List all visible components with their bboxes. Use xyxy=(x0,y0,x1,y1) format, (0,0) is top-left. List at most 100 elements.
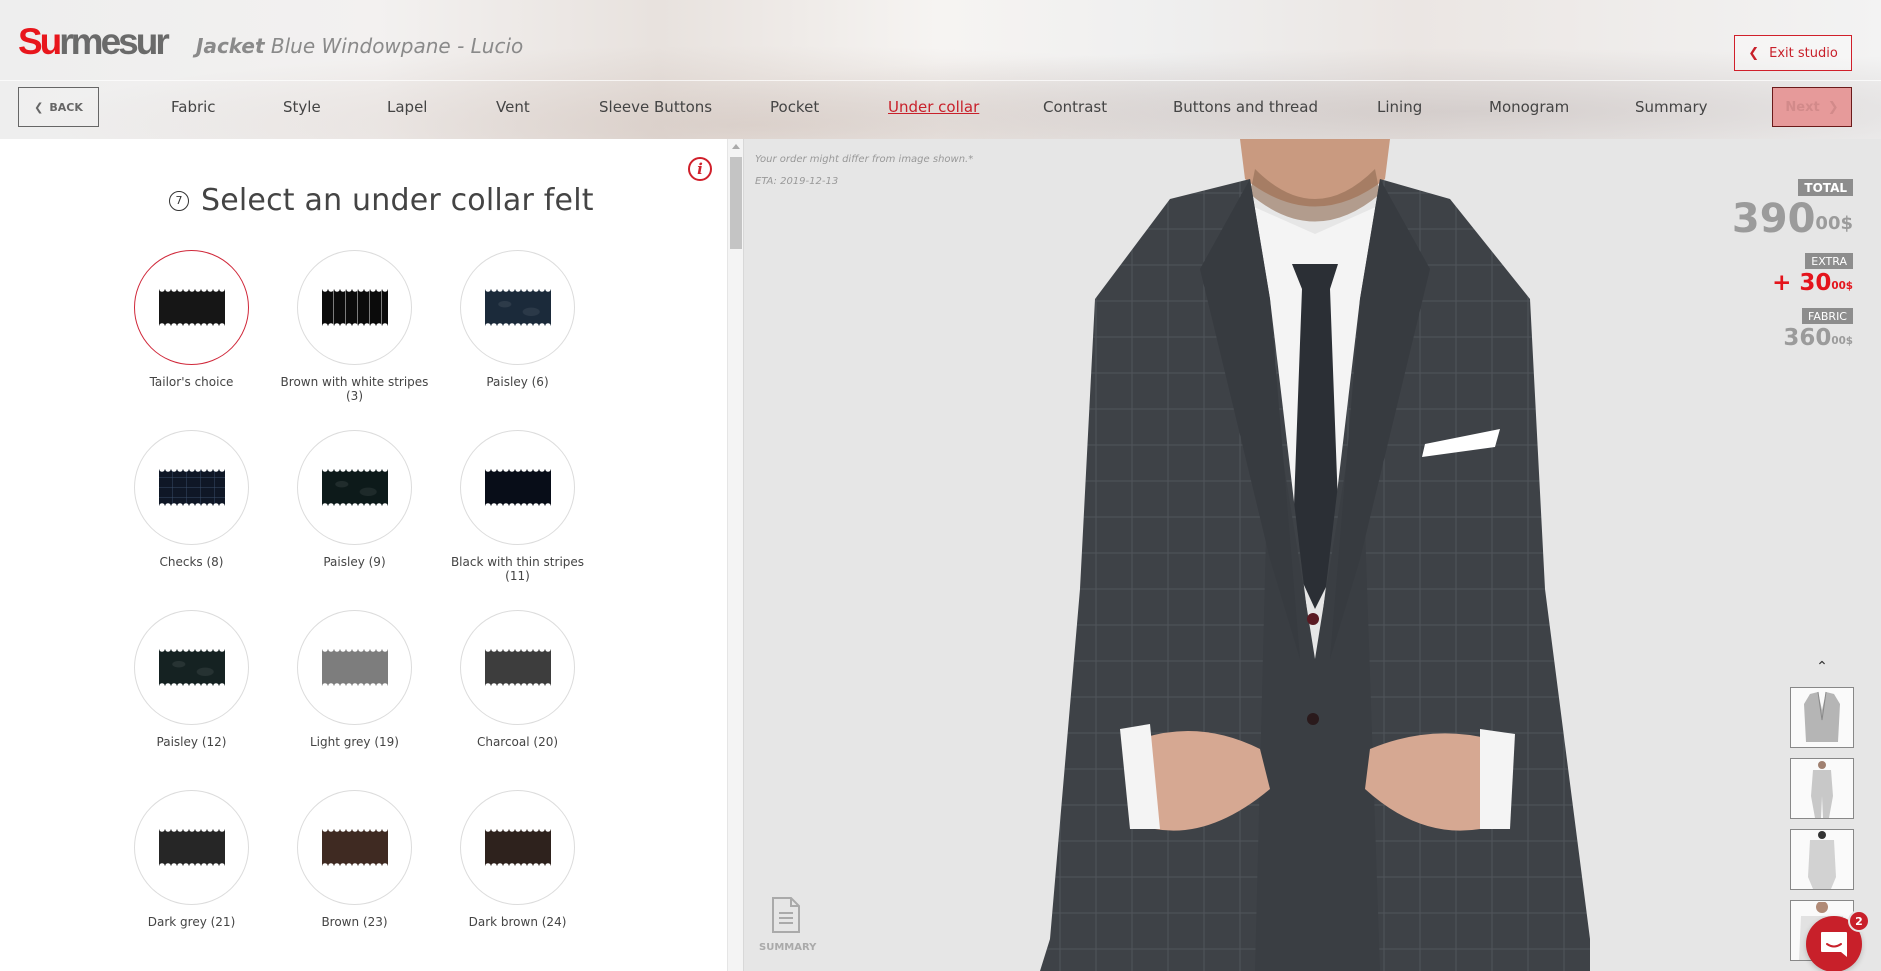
chat-button[interactable]: 2 xyxy=(1806,910,1870,971)
felt-option-circle[interactable] xyxy=(134,430,249,545)
tab-fabric[interactable]: Fabric xyxy=(171,98,216,116)
felt-option-circle[interactable] xyxy=(134,250,249,365)
top-bar: Surmesur Jacket Blue Windowpane - Lucio … xyxy=(0,0,1881,81)
felt-option[interactable]: Light grey (19) xyxy=(297,610,412,790)
thumbnail-model-back[interactable] xyxy=(1790,829,1854,890)
felt-option[interactable]: Brown with white stripes (3) xyxy=(281,250,428,430)
felt-option[interactable]: Brown (23) xyxy=(297,790,412,970)
model-back-icon xyxy=(1808,830,1836,889)
tab-style[interactable]: Style xyxy=(283,98,321,116)
surmesur-logo[interactable]: Surmesur xyxy=(18,22,170,62)
extra-cents: 00$ xyxy=(1831,279,1853,292)
felt-option[interactable]: Paisley (6) xyxy=(460,250,575,430)
fabric-swatch-icon xyxy=(158,648,225,687)
tab-under-collar[interactable]: Under collar xyxy=(888,98,979,116)
step-navbar: ❮ BACK Fabric Style Lapel Vent Sleeve Bu… xyxy=(0,82,1881,139)
chevron-up-icon[interactable]: ⌃ xyxy=(1787,659,1857,679)
fabric-swatch-icon xyxy=(484,648,551,687)
thumbnail-jacket-front[interactable] xyxy=(1790,687,1854,748)
exit-studio-label: Exit studio xyxy=(1769,45,1838,61)
suit-preview: Your order might differ from image shown… xyxy=(745,139,1881,971)
felt-option-label: Paisley (6) xyxy=(486,375,549,389)
total-value: 39000$ xyxy=(1693,196,1853,242)
total-amount: 390 xyxy=(1731,196,1816,242)
felt-option-circle[interactable] xyxy=(134,610,249,725)
felt-option[interactable]: Tailor's choice xyxy=(134,250,249,430)
felt-option-circle[interactable] xyxy=(297,610,412,725)
felt-option-label: Brown (23) xyxy=(321,915,388,929)
tab-pocket[interactable]: Pocket xyxy=(770,98,819,116)
scroll-up-arrow-icon[interactable] xyxy=(732,144,740,149)
exit-studio-button[interactable]: ❮ Exit studio xyxy=(1734,35,1852,71)
summary-label: SUMMARY xyxy=(759,942,817,953)
felt-option[interactable]: Dark grey (21) xyxy=(134,790,249,970)
back-label: BACK xyxy=(49,100,83,114)
fabric-cents: 00$ xyxy=(1831,334,1853,347)
felt-option[interactable]: Checks (8) xyxy=(134,430,249,610)
tab-vent[interactable]: Vent xyxy=(496,98,530,116)
felt-option-label: Brown with white stripes (3) xyxy=(280,375,429,403)
fabric-swatch-icon xyxy=(321,828,388,867)
tab-lapel[interactable]: Lapel xyxy=(387,98,427,116)
felt-option-label: Dark brown (24) xyxy=(468,915,567,929)
felt-option[interactable]: Charcoal (20) xyxy=(460,610,575,790)
fabric-swatch-icon xyxy=(158,468,225,507)
felt-option-label: Tailor's choice xyxy=(149,375,234,389)
next-label: Next xyxy=(1785,99,1820,115)
tab-monogram[interactable]: Monogram xyxy=(1489,98,1569,116)
product-title: Jacket Blue Windowpane - Lucio xyxy=(196,34,523,58)
tab-contrast[interactable]: Contrast xyxy=(1043,98,1107,116)
fabric-amount: 360 xyxy=(1783,325,1832,351)
options-panel: i 7 Select an under collar felt Tailor's… xyxy=(0,139,727,971)
chevron-right-icon: ❯ xyxy=(1827,99,1839,115)
disclaimer-text: Your order might differ from image shown… xyxy=(755,154,974,165)
felt-option-label: Charcoal (20) xyxy=(476,735,559,749)
tab-summary[interactable]: Summary xyxy=(1635,98,1708,116)
extra-price: EXTRA + 3000$ xyxy=(1693,250,1853,297)
felt-option[interactable]: Black with thin stripes (11) xyxy=(451,430,584,610)
info-icon[interactable]: i xyxy=(688,157,712,181)
felt-option-circle[interactable] xyxy=(460,250,575,365)
felt-option-circle[interactable] xyxy=(297,430,412,545)
step-heading: 7 Select an under collar felt xyxy=(169,183,594,218)
felt-option-circle[interactable] xyxy=(297,250,412,365)
fabric-swatch-icon xyxy=(484,828,551,867)
extra-label: EXTRA xyxy=(1805,253,1853,269)
felt-option-circle[interactable] xyxy=(460,790,575,905)
header: Surmesur Jacket Blue Windowpane - Lucio … xyxy=(0,0,1881,139)
felt-option[interactable]: Dark brown (24) xyxy=(460,790,575,970)
summary-link[interactable]: SUMMARY xyxy=(759,896,817,953)
fabric-swatch-icon xyxy=(484,468,551,507)
fabric-label: FABRIC xyxy=(1802,308,1853,324)
total-label: TOTAL xyxy=(1798,179,1853,196)
scrollbar-thumb[interactable] xyxy=(730,157,742,249)
model-suit-image xyxy=(1040,139,1590,971)
felt-option-circle[interactable] xyxy=(460,430,575,545)
tab-lining[interactable]: Lining xyxy=(1377,98,1422,116)
chevron-left-icon: ❮ xyxy=(34,100,44,114)
jacket-icon xyxy=(1804,691,1840,742)
next-button[interactable]: Next ❯ xyxy=(1772,87,1852,127)
tab-sleeve-buttons[interactable]: Sleeve Buttons xyxy=(599,98,712,116)
tab-buttons-and-thread[interactable]: Buttons and thread xyxy=(1173,98,1318,116)
thumbnail-model-front[interactable] xyxy=(1790,758,1854,819)
chevron-left-icon: ❮ xyxy=(1748,45,1760,61)
total-cents: 00$ xyxy=(1815,212,1853,234)
step-number: 7 xyxy=(169,190,189,211)
extra-amount: + 30 xyxy=(1772,270,1832,296)
felt-option-label: Checks (8) xyxy=(159,555,224,569)
options-scrollbar[interactable] xyxy=(727,139,744,971)
fabric-swatch-icon xyxy=(484,288,551,327)
eta-text: ETA: 2019-12-13 xyxy=(755,176,839,187)
document-icon xyxy=(772,897,800,933)
felt-option[interactable]: Paisley (9) xyxy=(297,430,412,610)
felt-option-label: Light grey (19) xyxy=(310,735,399,749)
felt-option-circle[interactable] xyxy=(460,610,575,725)
product-type: Jacket xyxy=(196,34,265,58)
extra-value: + 3000$ xyxy=(1693,269,1853,297)
back-button[interactable]: ❮ BACK xyxy=(18,87,99,127)
felt-option-circle[interactable] xyxy=(297,790,412,905)
felt-option-circle[interactable] xyxy=(134,790,249,905)
felt-option[interactable]: Paisley (12) xyxy=(134,610,249,790)
fabric-swatch-icon xyxy=(321,468,388,507)
